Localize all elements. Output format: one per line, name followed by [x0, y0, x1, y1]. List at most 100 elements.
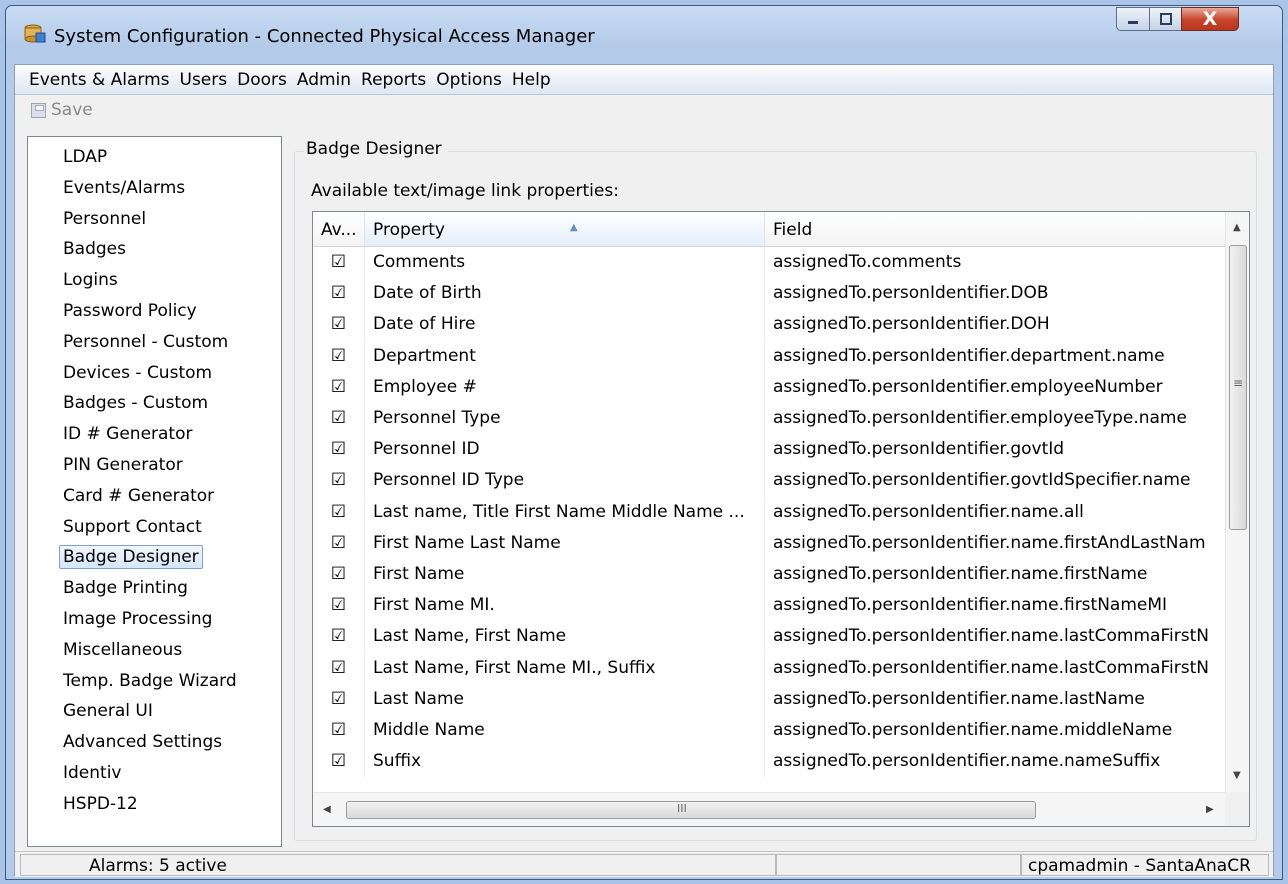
nav-item[interactable]: Personnel - Custom — [28, 328, 281, 359]
vertical-scrollbar[interactable]: ▲ ≡ ▼ — [1225, 212, 1249, 792]
table-row[interactable]: ☑ First Name assignedTo.personIdentifier.n… — [313, 559, 1225, 590]
table-row[interactable]: ☑ First Name MI. assignedTo.personIdentifi… — [313, 590, 1225, 622]
nav-item[interactable]: ID # Generator — [28, 420, 281, 451]
menu-doors[interactable]: Doors — [237, 70, 287, 90]
property-cell: Middle Name — [365, 715, 765, 746]
available-checkbox[interactable]: ☑ — [313, 683, 365, 715]
available-checkbox[interactable]: ☑ — [313, 746, 365, 778]
status-middle-panel — [776, 854, 1021, 876]
nav-item[interactable]: Identiv — [28, 759, 281, 790]
scroll-right-icon[interactable]: ▶ — [1206, 804, 1214, 815]
properties-grid[interactable]: Av... Property ▲ Field ☑ Comments assigned… — [312, 211, 1250, 827]
settings-category-list[interactable]: LDAP Events/Alarms Personnel Badges Logins Pa… — [27, 136, 282, 847]
nav-item[interactable]: HSPD-12 — [28, 790, 281, 821]
nav-item[interactable]: Badge Designer — [28, 543, 281, 574]
nav-item[interactable]: Advanced Settings — [28, 728, 281, 759]
nav-item-label: Badges — [63, 239, 126, 260]
nav-item[interactable]: Password Policy — [28, 297, 281, 328]
available-checkbox[interactable]: ☑ — [313, 527, 365, 559]
nav-item[interactable]: Miscellaneous — [28, 636, 281, 667]
available-checkbox[interactable]: ☑ — [313, 621, 365, 653]
nav-item[interactable]: Temp. Badge Wizard — [28, 667, 281, 698]
available-checkbox[interactable]: ☑ — [313, 465, 365, 497]
available-checkbox[interactable]: ☑ — [313, 403, 365, 434]
checkbox-checked-icon: ☑ — [330, 532, 347, 553]
available-checkbox[interactable]: ☑ — [313, 652, 365, 684]
column-header-available[interactable]: Av... — [313, 212, 365, 246]
menu-admin[interactable]: Admin — [297, 70, 351, 90]
horizontal-scrollbar[interactable]: ◀ III ▶ — [313, 792, 1225, 826]
nav-item[interactable]: Events/Alarms — [28, 174, 281, 205]
table-row[interactable]: ☑ Last name, Title First Name Middle Name… — [313, 496, 1225, 528]
title-bar[interactable]: System Configuration - Connected Physica… — [6, 6, 1282, 64]
nav-item[interactable]: PIN Generator — [28, 451, 281, 482]
available-checkbox[interactable]: ☑ — [313, 340, 365, 372]
available-checkbox[interactable]: ☑ — [313, 559, 365, 590]
column-header-field[interactable]: Field — [765, 212, 1225, 246]
scroll-left-icon[interactable]: ◀ — [323, 804, 331, 815]
nav-item-label: Devices - Custom — [63, 362, 213, 383]
table-row[interactable]: ☑ Middle Name assignedTo.personIdentifier.… — [313, 715, 1225, 746]
table-row[interactable]: ☑ Date of Birth assignedTo.personIdentifie… — [313, 278, 1225, 310]
nav-item[interactable]: Badges — [28, 235, 281, 266]
nav-item-label: Events/Alarms — [63, 177, 186, 198]
menu-reports[interactable]: Reports — [361, 70, 426, 90]
available-checkbox[interactable]: ☑ — [313, 496, 365, 528]
scroll-down-icon[interactable]: ▼ — [1233, 770, 1241, 781]
property-cell: Comments — [365, 247, 765, 278]
property-cell: Last Name, First Name MI., Suffix — [365, 652, 765, 684]
property-cell: Employee # — [365, 371, 765, 403]
table-row[interactable]: ☑ Personnel ID Type assignedTo.personIdent… — [313, 465, 1225, 497]
field-cell: assignedTo.personIdentifier.name.lastNam… — [773, 688, 1145, 709]
scroll-up-icon[interactable]: ▲ — [1233, 222, 1241, 233]
table-row[interactable]: ☑ Comments assignedTo.comments — [313, 247, 1225, 278]
table-row[interactable]: ☑ First Name Last Name assignedTo.personId… — [313, 527, 1225, 559]
table-row[interactable]: ☑ Last Name, First Name assignedTo.personI… — [313, 621, 1225, 653]
checkbox-checked-icon: ☑ — [330, 283, 347, 304]
field-cell: assignedTo.personIdentifier.DOH — [773, 314, 1050, 335]
menu-help[interactable]: Help — [512, 70, 551, 90]
maximize-button[interactable] — [1149, 7, 1182, 31]
client-area: Events & Alarms Users Doors Admin Report… — [14, 64, 1274, 877]
menu-events-alarms[interactable]: Events & Alarms — [29, 70, 170, 90]
nav-item[interactable]: Support Contact — [28, 513, 281, 544]
available-checkbox[interactable]: ☑ — [313, 278, 365, 310]
available-checkbox[interactable]: ☑ — [313, 434, 365, 466]
table-row[interactable]: ☑ Personnel Type assignedTo.personIdentifi… — [313, 403, 1225, 434]
available-checkbox[interactable]: ☑ — [313, 590, 365, 622]
close-button[interactable]: X — [1181, 7, 1239, 31]
status-alarms[interactable]: Alarms: 5 active — [20, 854, 776, 876]
nav-item[interactable]: Badge Printing — [28, 574, 281, 605]
property-cell: Personnel ID — [365, 434, 765, 466]
nav-item[interactable]: Image Processing — [28, 605, 281, 636]
nav-item-label: Password Policy — [63, 300, 197, 321]
nav-item[interactable]: LDAP — [28, 143, 281, 174]
minimize-icon — [1128, 21, 1138, 24]
available-checkbox[interactable]: ☑ — [313, 309, 365, 341]
table-row[interactable]: ☑ Personnel ID assignedTo.personIdentifier… — [313, 434, 1225, 466]
nav-item[interactable]: Devices - Custom — [28, 359, 281, 390]
table-row[interactable]: ☑ Department assignedTo.personIdentifier.d… — [313, 340, 1225, 372]
nav-item[interactable]: Card # Generator — [28, 482, 281, 513]
save-button[interactable]: Save — [31, 100, 93, 120]
toolbar: Save — [15, 96, 1273, 124]
table-row[interactable]: ☑ Employee # assignedTo.personIdentifier.e… — [313, 371, 1225, 403]
column-header-property[interactable]: Property ▲ — [365, 212, 765, 246]
nav-item[interactable]: Logins — [28, 266, 281, 297]
menu-users[interactable]: Users — [180, 70, 228, 90]
properties-label: Available text/image link properties: — [311, 181, 619, 201]
minimize-button[interactable] — [1116, 7, 1150, 31]
table-row[interactable]: ☑ Suffix assignedTo.personIdentifier.name.… — [313, 746, 1225, 778]
nav-item[interactable]: Personnel — [28, 205, 281, 236]
horizontal-scroll-thumb[interactable]: III — [346, 801, 1036, 819]
table-row[interactable]: ☑ Date of Hire assignedTo.personIdentifier… — [313, 309, 1225, 341]
available-checkbox[interactable]: ☑ — [313, 371, 365, 403]
menu-options[interactable]: Options — [436, 70, 502, 90]
available-checkbox[interactable]: ☑ — [313, 715, 365, 746]
table-row[interactable]: ☑ Last Name assignedTo.personIdentifier.na… — [313, 683, 1225, 715]
nav-item[interactable]: General UI — [28, 697, 281, 728]
table-row[interactable]: ☑ Last Name, First Name MI., Suffix assign… — [313, 652, 1225, 684]
vertical-scroll-thumb[interactable]: ≡ — [1229, 245, 1247, 530]
nav-item[interactable]: Badges - Custom — [28, 389, 281, 420]
available-checkbox[interactable]: ☑ — [313, 247, 365, 278]
